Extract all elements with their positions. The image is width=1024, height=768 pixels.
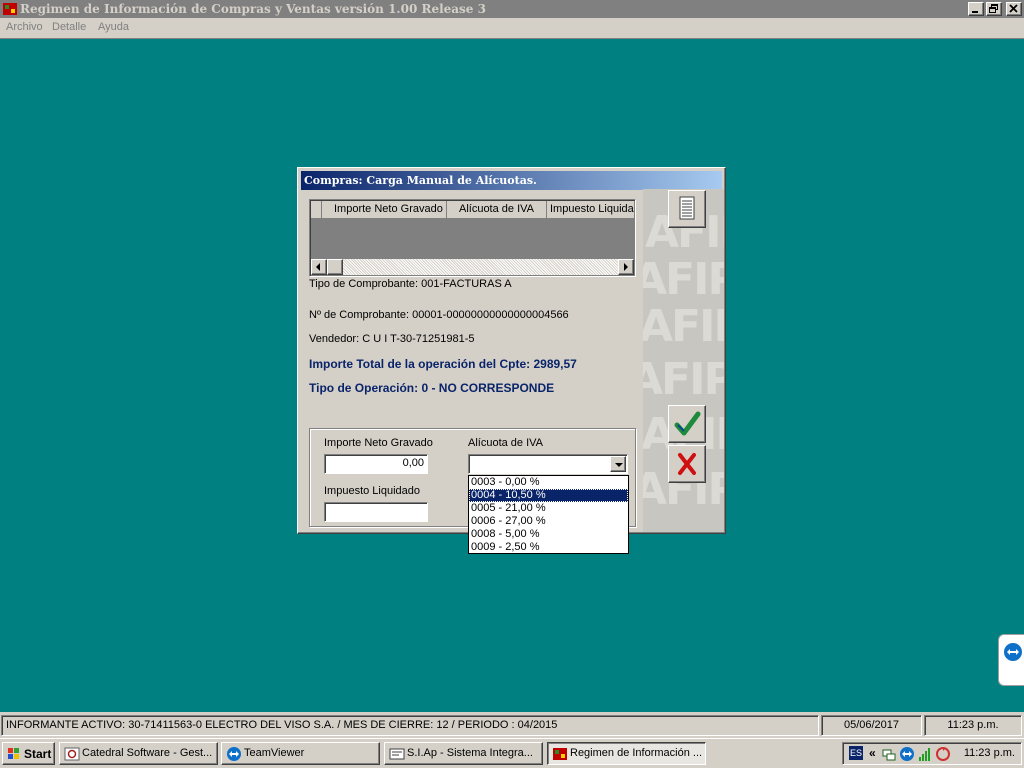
vendedor-text: Vendedor: C U I T-30-71251981-5 [309,333,475,345]
status-date: 05/06/2017 [821,715,922,736]
cross-icon [678,453,696,475]
importe-total-text: Importe Total de la operación del Cpte: … [309,357,577,371]
check-icon [674,411,701,436]
dialog-title: Compras: Carga Manual de Alícuotas. [304,174,537,187]
grid-horizontal-scrollbar[interactable] [311,259,634,275]
teamviewer-icon [227,747,241,761]
start-label: Start [24,747,52,761]
teamviewer-tray-icon[interactable] [899,746,915,762]
dialog-titlebar[interactable]: Compras: Carga Manual de Alícuotas. [301,171,722,190]
tipo-operacion-text: Tipo de Operación: 0 - NO CORRESPONDE [309,381,555,395]
alicuota-label: Alícuota de IVA [468,437,544,449]
start-button[interactable]: Start [2,742,55,765]
tipo-comprobante-text: Tipo de Comprobante: 001-FACTURAS A [309,278,512,290]
alicuota-option[interactable]: 0009 - 2,50 % [469,541,628,554]
minimize-button[interactable] [968,2,984,16]
window-controls [966,2,1022,16]
task-label: TeamViewer [244,747,305,759]
alicuota-option[interactable]: 0004 - 10,50 % [469,489,628,502]
importe-neto-label: Importe Neto Gravado [324,437,433,449]
taskbar: Start Catedral Software - Gest... TeamVi… [0,738,1024,768]
task-siap[interactable]: S.I.Ap - Sistema Integra... [384,742,543,765]
impuesto-label: Impuesto Liquidado [324,485,421,497]
menu-archivo[interactable]: Archivo [6,21,43,33]
menu-ayuda[interactable]: Ayuda [98,21,129,33]
scroll-left-button[interactable] [311,259,327,275]
task-label: S.I.Ap - Sistema Integra... [407,747,533,759]
taskbar-clock[interactable]: 11:23 p.m. [964,747,1015,759]
alicuotas-grid[interactable]: Importe Neto Gravado Alícuota de IVA Imp… [309,199,636,277]
task-regimen[interactable]: Regimen de Información ... [547,742,706,765]
status-time: 11:23 p.m. [924,715,1022,736]
task-label: Regimen de Información ... [570,747,703,759]
status-informante: INFORMANTE ACTIVO: 30-71411563-0 ELECTRO… [1,715,819,736]
afip-app-icon [3,3,17,15]
minimize-icon [972,11,978,13]
language-indicator[interactable]: ES [849,746,863,760]
importe-neto-input[interactable]: 0,00 [324,454,428,474]
app-titlebar[interactable]: Regimen de Información de Compras y Vent… [0,0,1024,18]
menu-detalle[interactable]: Detalle [52,21,86,33]
teamviewer-icon [1004,643,1022,661]
task-teamviewer[interactable]: TeamViewer [221,742,380,765]
grid-col-importe-neto[interactable]: Importe Neto Gravado [322,201,447,218]
nro-comprobante-text: Nº de Comprobante: 00001-000000000000000… [309,309,569,321]
close-button[interactable] [1006,2,1022,16]
signal-bars-icon[interactable] [917,746,933,762]
alicuota-option[interactable]: 0005 - 21,00 % [469,502,628,515]
grid-col-impuesto[interactable]: Impuesto Liquidad [547,201,634,218]
task-label: Catedral Software - Gest... [82,747,213,759]
impuesto-input[interactable] [324,502,428,522]
alicuota-option[interactable]: 0006 - 27,00 % [469,515,628,528]
alicuota-option[interactable]: 0008 - 5,00 % [469,528,628,541]
list-button[interactable] [668,190,706,228]
chevron-down-icon[interactable] [610,456,626,472]
arrow-left-icon [316,263,320,271]
alicuota-combo[interactable] [468,454,628,474]
grid-col-alicuota[interactable]: Alícuota de IVA [447,201,547,218]
windows-logo-icon [8,748,19,759]
menu-bar: Archivo Detalle Ayuda [0,18,1024,38]
cancel-button[interactable] [668,445,706,483]
task-catedral[interactable]: Catedral Software - Gest... [59,742,218,765]
status-bar: INFORMANTE ACTIVO: 30-71411563-0 ELECTRO… [0,712,1024,738]
afip-watermark: AFIP [643,301,724,352]
grid-row-selector-header [311,201,322,218]
scroll-right-button[interactable] [618,259,634,275]
arrow-right-icon [624,263,628,271]
siap-icon [389,748,405,760]
alicuota-option[interactable]: 0003 - 0,00 % [469,476,628,489]
grid-header: Importe Neto Gravado Alícuota de IVA Imp… [311,201,634,218]
accept-button[interactable] [668,405,706,443]
sync-icon[interactable] [935,746,951,762]
restore-button[interactable] [986,2,1002,16]
app-title: Regimen de Información de Compras y Vent… [20,2,486,16]
network-icon[interactable] [881,746,897,762]
close-icon [1009,4,1018,13]
scroll-thumb[interactable] [327,259,343,275]
system-tray: ES « 11:23 p.m. [842,742,1022,765]
catedral-icon [64,747,80,761]
afip-watermark: AFIP [643,354,724,405]
list-icon [679,196,695,220]
afip-app-icon [553,748,567,760]
alicuota-dropdown-list[interactable]: 0003 - 0,00 % 0004 - 10,50 % 0005 - 21,00 … [468,475,629,554]
teamviewer-panel-tab[interactable] [998,634,1024,686]
tray-expand-icon[interactable]: « [869,746,876,760]
restore-icon [989,4,998,13]
afip-watermark: AFIP [643,254,724,305]
